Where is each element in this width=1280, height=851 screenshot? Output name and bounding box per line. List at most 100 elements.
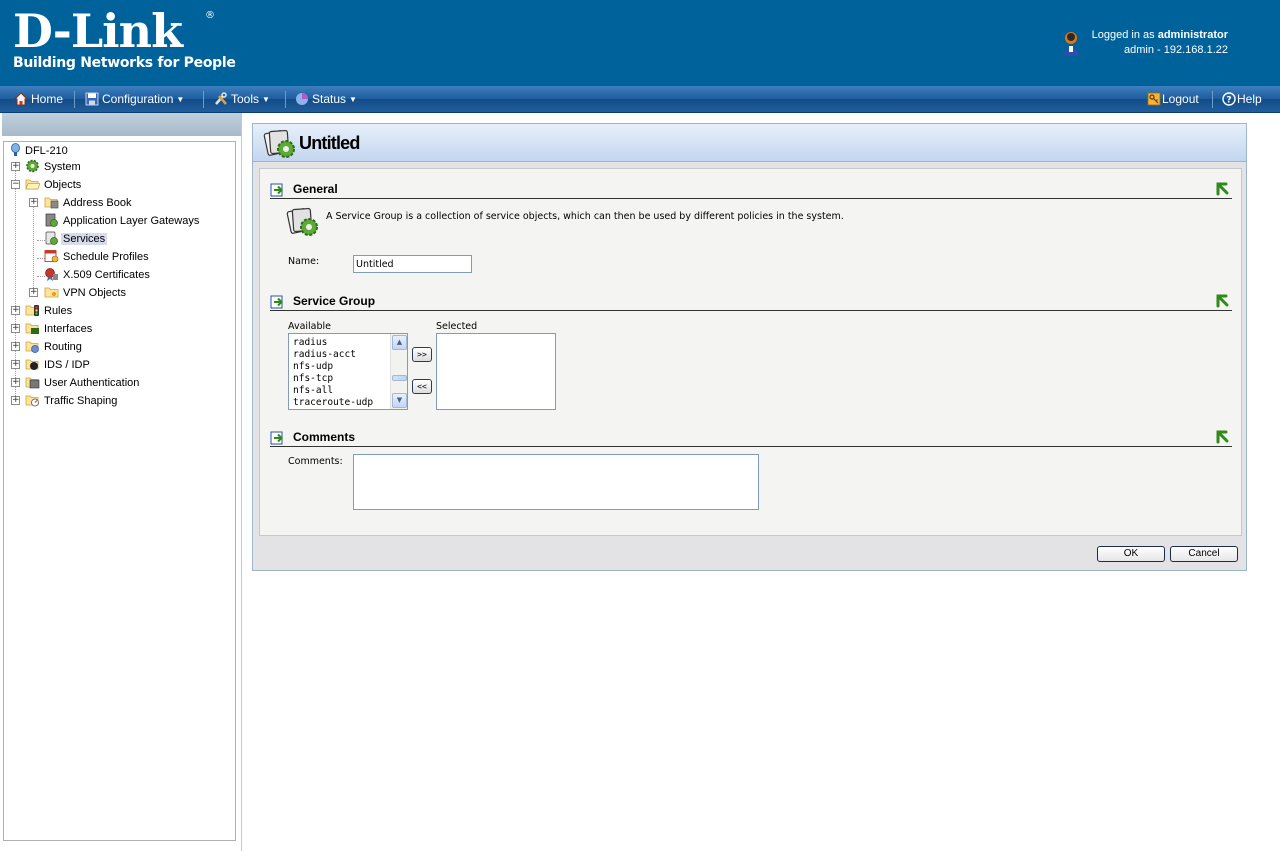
- section-service-group-title: Service Group: [293, 294, 376, 308]
- available-list-items: radius radius-acct nfs-udp nfs-tcp nfs-a…: [289, 334, 390, 409]
- collapse-arrow-icon[interactable]: [1215, 429, 1229, 444]
- tree-item-traffic-shaping[interactable]: Traffic Shaping: [25, 393, 119, 409]
- tree-expand-toggle[interactable]: +: [11, 162, 20, 171]
- list-item[interactable]: nfs-all: [293, 385, 386, 397]
- menu-logout[interactable]: Logout: [1147, 86, 1199, 113]
- tree-expand-toggle[interactable]: +: [11, 342, 20, 351]
- menu-home-label: Home: [31, 92, 64, 106]
- available-list[interactable]: radius radius-acct nfs-udp nfs-tcp nfs-a…: [288, 333, 408, 410]
- tree-label: Schedule Profiles: [63, 251, 149, 263]
- alg-icon: [45, 213, 58, 227]
- section-arrow-icon: [270, 295, 283, 309]
- menu-bar: Home Configuration ▼ Tools ▼ Status ▼ Logou…: [0, 86, 1280, 113]
- tree-label: User Authentication: [44, 377, 140, 389]
- section-general-header: General: [270, 179, 1232, 199]
- logged-in-prefix: Logged in as: [1091, 29, 1158, 41]
- tree-expand-toggle[interactable]: +: [29, 198, 38, 207]
- tree-label: Interfaces: [44, 323, 93, 335]
- tree-item-address-book[interactable]: Address Book: [44, 195, 133, 211]
- tree-label: Rules: [44, 305, 73, 317]
- section-comments-title: Comments: [293, 430, 356, 444]
- cancel-button[interactable]: Cancel: [1170, 546, 1238, 562]
- tree-item-objects[interactable]: Objects: [25, 177, 83, 193]
- menu-separator: [285, 91, 286, 108]
- menu-separator: [203, 91, 204, 108]
- help-icon: ?: [1222, 92, 1236, 106]
- tree-item-routing[interactable]: Routing: [25, 339, 84, 355]
- ok-button[interactable]: OK: [1097, 546, 1165, 562]
- tree-item-user-authentication[interactable]: User Authentication: [25, 375, 141, 391]
- tree-item-services[interactable]: Services: [44, 231, 108, 247]
- logo-wordmark: D-Link: [13, 4, 183, 58]
- list-item[interactable]: radius: [293, 337, 386, 349]
- tree-expand-toggle[interactable]: +: [11, 360, 20, 369]
- folder-open-icon: [25, 179, 40, 190]
- name-input[interactable]: [353, 255, 472, 273]
- scroll-thumb[interactable]: [392, 375, 407, 381]
- certificate-icon: [45, 268, 58, 281]
- tree-label: Objects: [44, 179, 82, 191]
- tree-item-rules[interactable]: Rules: [25, 303, 74, 319]
- tree-expand-toggle[interactable]: +: [11, 378, 20, 387]
- comments-textarea[interactable]: [353, 454, 759, 510]
- user-icon: [1063, 32, 1079, 56]
- collapse-arrow-icon[interactable]: [1215, 293, 1229, 308]
- collapse-arrow-icon[interactable]: [1215, 181, 1229, 196]
- tree-item-certificates[interactable]: X.509 Certificates: [44, 267, 152, 283]
- tree-item-alg[interactable]: Application Layer Gateways: [44, 213, 201, 229]
- rules-icon: [25, 305, 39, 316]
- menu-configuration-label: Configuration: [102, 92, 174, 106]
- menu-status[interactable]: Status ▼: [295, 86, 357, 113]
- menu-logout-label: Logout: [1162, 92, 1199, 106]
- tree-expand-toggle[interactable]: +: [29, 288, 38, 297]
- tree-expand-toggle[interactable]: +: [11, 324, 20, 333]
- logo-tagline: Building Networks for People: [13, 55, 236, 71]
- tree-item-ids-idp[interactable]: IDS / IDP: [25, 357, 92, 373]
- status-pie-icon: [296, 93, 308, 105]
- chevron-down-icon: ▼: [176, 95, 185, 104]
- home-icon: [14, 92, 28, 106]
- menu-home[interactable]: Home: [14, 86, 63, 113]
- list-item[interactable]: nfs-tcp: [293, 373, 386, 385]
- tree-collapse-toggle[interactable]: −: [11, 180, 20, 189]
- tree-item-vpn-objects[interactable]: VPN Objects: [44, 285, 128, 301]
- dialog-title-bar: Untitled: [253, 124, 1246, 162]
- floppy-disk-icon: [85, 92, 99, 106]
- scroll-up-icon[interactable]: ▲: [392, 335, 407, 350]
- menu-tools[interactable]: Tools ▼: [214, 86, 270, 113]
- section-arrow-icon: [270, 183, 283, 197]
- tree-label: Traffic Shaping: [44, 395, 118, 407]
- section-service-group-header: Service Group: [270, 291, 1232, 311]
- tree-item-schedule-profiles[interactable]: Schedule Profiles: [44, 249, 151, 265]
- tree-expand-toggle[interactable]: +: [11, 306, 20, 315]
- key-icon: [1147, 92, 1161, 106]
- menu-help[interactable]: ? Help: [1222, 86, 1262, 113]
- tree-label: Routing: [44, 341, 82, 353]
- menu-configuration[interactable]: Configuration ▼: [85, 86, 184, 113]
- add-selected-button[interactable]: >>: [412, 347, 432, 362]
- tree-expand-toggle[interactable]: +: [11, 396, 20, 405]
- tree-item-interfaces[interactable]: Interfaces: [25, 321, 94, 337]
- traffic-shaping-icon: [25, 395, 39, 407]
- tree-label: System: [44, 161, 81, 173]
- user-authentication-icon: [25, 377, 40, 389]
- available-list-scrollbar[interactable]: ▲ ▼: [390, 334, 407, 409]
- list-item[interactable]: traceroute-udp: [293, 397, 386, 409]
- tree-item-system[interactable]: System: [25, 159, 83, 175]
- svg-text:?: ?: [1226, 96, 1231, 106]
- list-item[interactable]: radius-acct: [293, 349, 386, 361]
- navigation-panel-header: [2, 113, 241, 136]
- tree-label: DFL-210: [25, 145, 68, 157]
- tree-item-dfl-210[interactable]: DFL-210: [10, 143, 70, 159]
- menu-separator: [74, 91, 75, 108]
- remove-selected-button[interactable]: <<: [412, 379, 432, 394]
- scroll-down-icon[interactable]: ▼: [392, 393, 407, 408]
- tree-label: VPN Objects: [63, 287, 126, 299]
- available-label: Available: [288, 321, 332, 332]
- list-item[interactable]: nfs-udp: [293, 361, 386, 373]
- selected-list[interactable]: [436, 333, 556, 410]
- menu-status-label: Status: [312, 92, 347, 106]
- interfaces-icon: [25, 323, 39, 334]
- tree-label: Services: [61, 233, 108, 245]
- section-arrow-icon: [270, 431, 283, 445]
